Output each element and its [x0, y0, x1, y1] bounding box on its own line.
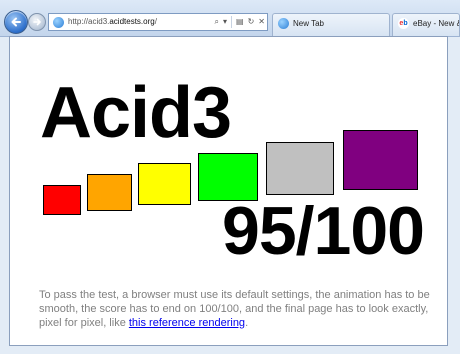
dropdown-chevron-icon[interactable]: ▾ [223, 16, 227, 28]
test-score: 95/100 [222, 193, 425, 269]
tab-label: New Tab [293, 19, 324, 28]
forward-button[interactable] [28, 13, 46, 31]
color-box-silver [266, 142, 334, 195]
ebay-tab-icon: eb [398, 18, 409, 29]
description-end: . [245, 317, 249, 329]
page-title: Acid3 [40, 73, 232, 153]
tab-new-tab[interactable]: New Tab [272, 13, 390, 36]
arrow-right-icon [33, 18, 41, 26]
address-tools: ⌕ ▾ ▤ ↻ ✕ [215, 16, 265, 28]
page-viewport: Acid3 95/100 To pass the test, a browser… [9, 36, 448, 346]
arrow-left-icon [11, 17, 21, 27]
ebay-logo-b: b [403, 20, 408, 27]
refresh-icon[interactable]: ↻ [248, 16, 255, 28]
color-box-orange [87, 174, 132, 211]
compatibility-view-icon[interactable]: ▤ [236, 16, 244, 28]
test-description: To pass the test, a browser must use its… [39, 288, 439, 330]
tab-label: eBay - New & u [413, 19, 459, 28]
acid3-page: Acid3 95/100 To pass the test, a browser… [10, 37, 447, 345]
ie-tab-icon [278, 18, 289, 29]
color-box-yellow [138, 163, 191, 205]
back-button[interactable] [4, 10, 28, 34]
color-box-red [43, 185, 81, 215]
url-domain: acidtests.org [109, 17, 155, 26]
color-box-purple [343, 130, 418, 190]
address-bar[interactable]: http://acid3.acidtests.org/ ⌕ ▾ ▤ ↻ ✕ [48, 13, 268, 31]
stop-icon[interactable]: ✕ [258, 16, 265, 28]
search-icon[interactable]: ⌕ [215, 16, 219, 28]
browser-toolbar: http://acid3.acidtests.org/ ⌕ ▾ ▤ ↻ ✕ Ne… [0, 0, 460, 37]
reference-rendering-link[interactable]: this reference rendering [129, 317, 245, 329]
url-prefix: http://acid3. [68, 17, 110, 26]
tab-ebay[interactable]: eb eBay - New & u [392, 13, 460, 36]
address-url: http://acid3.acidtests.org/ [68, 17, 157, 26]
ie-favicon-icon [53, 17, 64, 28]
url-suffix: / [154, 17, 157, 26]
toolbar-divider [231, 16, 233, 28]
